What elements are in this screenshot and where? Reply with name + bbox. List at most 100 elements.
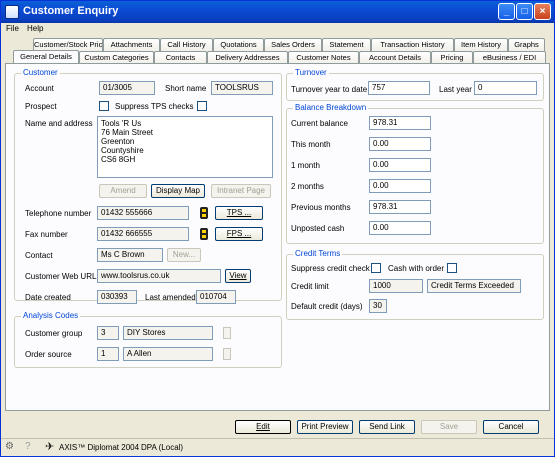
last-amended-field[interactable]: 010704 — [196, 290, 236, 304]
credit-limit-field[interactable]: 1000 — [369, 279, 423, 293]
fax-field[interactable]: 01432 666555 — [97, 227, 189, 241]
suppress-credit-checkbox[interactable] — [371, 263, 381, 273]
telephone-field[interactable]: 01432 555666 — [97, 206, 189, 220]
tab-transaction-history[interactable]: Transaction History — [371, 38, 454, 51]
account-label: Account — [25, 84, 54, 93]
prospect-label: Prospect — [25, 102, 57, 111]
cancel-button[interactable]: Cancel — [483, 420, 539, 434]
tab-attachments[interactable]: Attachments — [103, 38, 160, 51]
fps-button[interactable]: FPS ... — [215, 227, 263, 241]
customer-group-label: Customer group — [25, 329, 83, 338]
window-title: Customer Enquiry — [23, 5, 119, 17]
edit-button-label: Edit — [256, 422, 270, 431]
save-button[interactable]: Save — [421, 420, 477, 434]
analysis-section-title: Analysis Codes — [21, 311, 81, 320]
suppress-tps-checkbox[interactable] — [197, 101, 207, 111]
contact-label: Contact — [25, 251, 53, 260]
tab-sales-orders[interactable]: Sales Orders — [264, 38, 322, 51]
fps-button-label: FPS ... — [226, 229, 252, 238]
date-created-field[interactable]: 030393 — [97, 290, 137, 304]
fax-dial-icon[interactable] — [200, 228, 208, 240]
last-amended-label: Last amended — [145, 293, 196, 302]
short-name-field[interactable]: TOOLSRUS — [211, 81, 273, 95]
view-button-label: View — [229, 271, 247, 280]
turnover-ytd-label: Turnover year to date — [291, 85, 368, 94]
balance-breakdown-group: Balance Breakdown Current balance 978.31… — [286, 103, 544, 244]
tab-statement[interactable]: Statement — [322, 38, 371, 51]
tab-item-history[interactable]: Item History — [454, 38, 508, 51]
balance-row-value[interactable]: 0.00 — [369, 179, 431, 193]
new-contact-button[interactable]: New... — [167, 248, 201, 262]
balance-row-value[interactable]: 978.31 — [369, 116, 431, 130]
cash-with-order-label: Cash with order — [388, 264, 445, 273]
tab-quotations[interactable]: Quotations — [213, 38, 264, 51]
intranet-page-button[interactable]: Intranet Page — [211, 184, 271, 198]
default-credit-label: Default credit (days) — [291, 302, 363, 311]
fax-label: Fax number — [25, 230, 68, 239]
title-bar[interactable]: Customer Enquiry _ □ × — [1, 1, 554, 23]
credit-status-field: Credit Terms Exceeded — [427, 279, 521, 293]
account-field[interactable]: 01/3005 — [99, 81, 155, 95]
address-line: Countyshire — [101, 146, 144, 155]
display-map-button[interactable]: Display Map — [151, 184, 205, 198]
address-line: 76 Main Street — [101, 128, 154, 137]
tab-graphs[interactable]: Graphs — [508, 38, 545, 51]
last-year-field[interactable]: 0 — [474, 81, 537, 95]
help-icon[interactable]: ? — [25, 441, 31, 452]
tps-button-label: TPS ... — [226, 208, 252, 217]
credit-terms-group: Credit Terms Suppress credit check Cash … — [286, 249, 544, 320]
turnover-ytd-field[interactable]: 757 — [368, 81, 430, 95]
tab-call-history[interactable]: Call History — [160, 38, 213, 51]
menu-file[interactable]: File — [6, 24, 19, 33]
last-year-label: Last year — [439, 85, 472, 94]
tab-general-details[interactable]: General Details — [13, 50, 79, 64]
short-name-label: Short name — [165, 84, 207, 93]
address-line: CS6 8GH — [101, 155, 136, 164]
balance-row-label: Current balance — [291, 119, 348, 128]
web-url-field[interactable]: www.toolsrus.co.uk — [97, 269, 221, 283]
credit-limit-label: Credit limit — [291, 282, 329, 291]
prospect-checkbox[interactable] — [99, 101, 109, 111]
edit-button[interactable]: Edit — [235, 420, 291, 434]
settings-icon[interactable]: ⚙ — [5, 441, 14, 452]
balance-section-title: Balance Breakdown — [293, 103, 369, 112]
tps-button[interactable]: TPS ... — [215, 206, 263, 220]
balance-row-value[interactable]: 0.00 — [369, 158, 431, 172]
balance-row-label: Unposted cash — [291, 224, 345, 233]
cash-with-order-checkbox[interactable] — [447, 263, 457, 273]
order-source-name-field[interactable]: A Allen — [123, 347, 213, 361]
general-details-panel: Customer Account 01/3005 Short name TOOL… — [5, 63, 550, 411]
order-source-code-field[interactable]: 1 — [97, 347, 119, 361]
balance-row-label: 1 month — [291, 161, 320, 170]
address-line: Tools 'R Us — [101, 119, 142, 128]
default-credit-field[interactable]: 30 — [369, 299, 387, 313]
contact-field[interactable]: Ms C Brown — [97, 248, 163, 262]
credit-section-title: Credit Terms — [293, 249, 343, 258]
customer-group: Customer Account 01/3005 Short name TOOL… — [14, 68, 282, 304]
product-name: AXIS™ Diplomat 2004 — [59, 443, 140, 452]
customer-group-lookup-button[interactable] — [223, 327, 231, 339]
analysis-codes-group: Analysis Codes Customer group 3 DIY Stor… — [14, 311, 282, 368]
phone-dial-icon[interactable] — [200, 207, 208, 219]
customer-group-name-field[interactable]: DIY Stores — [123, 326, 213, 340]
database-name: DPA (Local) — [141, 443, 184, 452]
balance-row-label: Previous months — [291, 203, 351, 212]
order-source-lookup-button[interactable] — [223, 348, 231, 360]
name-address-label: Name and address — [25, 119, 93, 128]
minimize-button[interactable]: _ — [498, 3, 515, 20]
send-link-button[interactable]: Send Link — [359, 420, 415, 434]
maximize-button[interactable]: □ — [516, 3, 533, 20]
customer-group-code-field[interactable]: 3 — [97, 326, 119, 340]
menu-help[interactable]: Help — [27, 24, 43, 33]
turnover-group: Turnover Turnover year to date 757 Last … — [286, 68, 544, 101]
amend-button[interactable]: Amend — [99, 184, 147, 198]
print-preview-button[interactable]: Print Preview — [297, 420, 353, 434]
balance-row-value[interactable]: 978.31 — [369, 200, 431, 214]
balance-row-label: 2 months — [291, 182, 324, 191]
view-url-button[interactable]: View — [225, 269, 251, 283]
balance-row-value[interactable]: 0.00 — [369, 137, 431, 151]
close-button[interactable]: × — [534, 3, 551, 20]
name-address-field[interactable]: Tools 'R Us 76 Main Street Greenton Coun… — [97, 116, 273, 178]
turnover-section-title: Turnover — [293, 68, 329, 77]
balance-row-value[interactable]: 0.00 — [369, 221, 431, 235]
